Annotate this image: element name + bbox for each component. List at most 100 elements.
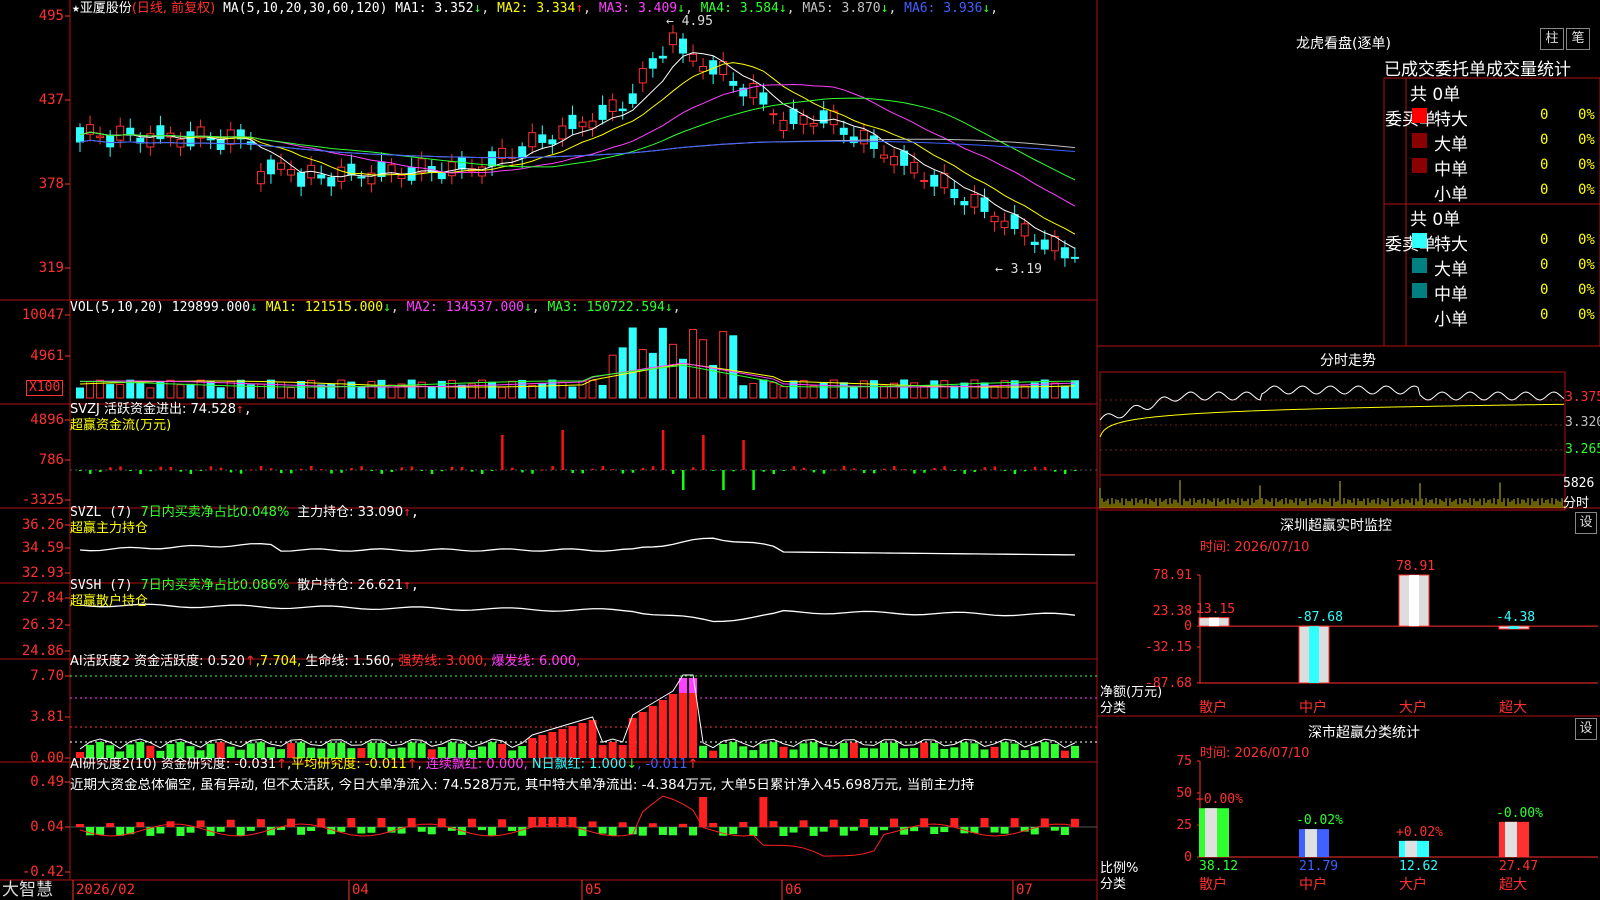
svzj-bar <box>280 470 283 474</box>
svsh-subtitle: 超赢散户持仓 <box>70 594 149 609</box>
class-y-tick: 75 <box>1176 754 1192 769</box>
activity-bar <box>588 720 597 758</box>
activity-bar <box>839 743 848 758</box>
ma-arrow-4: ↓ <box>778 1 787 16</box>
candle-body <box>397 174 406 179</box>
favorite-star-icon[interactable]: ★ <box>72 1 80 16</box>
buy-order-label: 委买单 <box>1385 110 1436 130</box>
sell-row-name: 小单 <box>1434 310 1468 330</box>
class-value-label: 38.12 <box>1199 859 1239 874</box>
svzj-bar <box>410 466 414 470</box>
buy-total: 共 0单 <box>1410 85 1461 105</box>
svzj-bar <box>269 468 273 470</box>
main-y-tick: 437 <box>38 92 64 108</box>
sz-class-settings-button[interactable]: 设 <box>1575 718 1597 740</box>
activity-bar <box>930 743 939 758</box>
candle-body <box>930 174 939 187</box>
tab-traded[interactable]: 已成交 <box>1384 60 1435 80</box>
svsh-prefix: SVSH (7) <box>70 578 133 593</box>
activity-bar <box>729 742 738 758</box>
svzj-title: SVZJ 活跃资金进出: 74.528 <box>70 402 237 417</box>
svzj-bar <box>812 470 816 473</box>
candle-body <box>689 53 698 62</box>
svzj-bar <box>440 470 444 472</box>
activity-bar <box>658 700 667 758</box>
svzj-bar <box>360 466 363 470</box>
sell-row-count: 0 <box>1540 232 1549 248</box>
research-bar <box>980 818 989 827</box>
sell-row-pct: 0% <box>1578 282 1595 298</box>
ma-line-2 <box>79 62 1076 235</box>
volume-bar <box>76 387 84 399</box>
sz-monitor-settings-button[interactable]: 设 <box>1575 512 1597 534</box>
pen-toggle-button[interactable]: 笔 <box>1566 28 1590 50</box>
svzj-bar <box>702 435 705 470</box>
research-bar <box>829 819 838 827</box>
svzj-subtitle: 超赢资金流(万元) <box>70 418 172 433</box>
svsh-y-tick: 26.32 <box>21 617 64 633</box>
vol-arrow: ↓ <box>250 300 258 315</box>
svzj-bar <box>149 470 152 472</box>
high-price-label: 4.95 <box>681 14 713 29</box>
svzj-bar <box>692 467 695 470</box>
svzj-bar <box>390 470 394 473</box>
candle-body <box>548 139 557 145</box>
svzj-bar <box>420 470 424 471</box>
tab-volume-stats[interactable]: 成交量统计 <box>1486 60 1571 80</box>
monitor-bar-highlight <box>1309 626 1319 683</box>
research-bar <box>478 827 486 831</box>
candle-body <box>96 135 105 139</box>
class-bar-highlight <box>1405 840 1417 857</box>
stock-name[interactable]: 亚厦股份 <box>80 1 132 16</box>
volume-bar <box>970 379 979 399</box>
svzj-bar <box>430 470 434 474</box>
volume-bar <box>1040 379 1049 399</box>
activity-bar <box>789 749 798 758</box>
svzj-bar <box>1033 466 1037 470</box>
class-change-label: +0.00% <box>1196 792 1243 808</box>
candle-body <box>327 177 336 187</box>
ma-arrow-2: ↑ <box>575 1 584 16</box>
svsh-y-tick: 24.86 <box>21 643 64 659</box>
svsh-header: SVSH (7) 7日内买卖净占比0.086% 散户持仓: 26.621↑, <box>70 578 419 593</box>
svzj-bar <box>671 470 675 474</box>
volume-bar <box>266 379 275 399</box>
research-bar <box>890 818 899 827</box>
avg-research-value: 平均研究度: -0.011 <box>291 757 407 772</box>
vol-unit-badge[interactable]: X100 <box>26 380 64 396</box>
ai-research-header: AI研究度2(10) 资金研究度: -0.031↑,平均研究度: -0.011↑… <box>70 757 699 772</box>
research-bar <box>869 827 878 836</box>
volume-bar <box>920 385 929 399</box>
svzj-bar <box>491 470 494 471</box>
volume-bar <box>880 385 888 399</box>
ma-item-1: MA1: 3.352 <box>395 1 474 16</box>
activity-bar <box>327 742 336 758</box>
act-y-tick: 0.00 <box>30 750 64 766</box>
volume-bar <box>1010 380 1019 399</box>
tab-orders[interactable]: 委托单 <box>1435 60 1486 80</box>
buy-row-name: 特大 <box>1434 110 1468 130</box>
volume-bar <box>1050 382 1059 399</box>
monitor-bar-highlight <box>1509 626 1519 629</box>
svzj-bar <box>893 466 896 470</box>
bar-toggle-button[interactable]: 柱 <box>1540 28 1564 50</box>
research-bar <box>236 827 245 836</box>
brand-logo[interactable]: 大智慧 <box>2 880 53 900</box>
volume-bar <box>206 381 215 399</box>
candle-body <box>1070 256 1079 259</box>
activity-bar <box>337 742 346 758</box>
candle-body <box>498 147 507 159</box>
period-label[interactable]: (日线, 前复权) <box>132 1 215 16</box>
intraday-title[interactable]: 分时走势 <box>1320 350 1376 370</box>
volume-bar <box>166 379 175 399</box>
volume-bar <box>1030 382 1039 399</box>
candle-body <box>287 169 296 176</box>
research-bar <box>759 797 768 827</box>
ai-activity-header: AI活跃度2 资金活跃度: 0.520↑,7.704, 生命线: 1.560, … <box>70 654 580 669</box>
candle-body <box>608 99 617 112</box>
buy-row-pct: 0% <box>1578 182 1595 198</box>
volume-bar <box>739 385 748 399</box>
candle-body <box>357 176 366 179</box>
candle-body <box>528 132 537 148</box>
sell-row-count: 0 <box>1540 307 1549 323</box>
